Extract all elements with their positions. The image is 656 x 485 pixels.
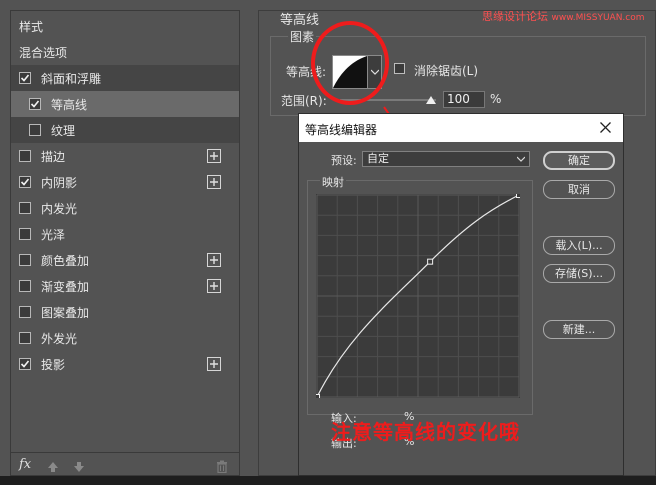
- sidebar-checkbox[interactable]: [19, 228, 31, 240]
- sidebar-item-label: 内阴影: [41, 175, 78, 190]
- check-icon: [30, 100, 40, 108]
- range-unit: %: [490, 92, 502, 106]
- bottom-edge: [0, 476, 656, 485]
- check-icon: [20, 178, 30, 186]
- sidebar-item-label: 光泽: [41, 227, 66, 242]
- range-value-field[interactable]: 100: [443, 91, 485, 108]
- layer-style-window: 样式 混合选项 斜面和浮雕 等高线 纹理 描边 内阴影 内发光 光泽 颜色叠加 渐变叠加 图案叠加 外发…: [0, 0, 656, 485]
- sidebar-item[interactable]: 内发光: [11, 195, 239, 221]
- sidebar-item[interactable]: 斜面和浮雕: [11, 65, 239, 91]
- sidebar-item[interactable]: 渐变叠加: [11, 273, 239, 299]
- group-title: 图素: [288, 28, 317, 45]
- sidebar-checkbox[interactable]: [19, 202, 31, 214]
- sidebar-checkbox[interactable]: [19, 254, 31, 266]
- antialias-checkbox[interactable]: [394, 63, 405, 74]
- curve-grid[interactable]: [314, 192, 522, 400]
- sidebar-item[interactable]: 投影: [11, 351, 239, 377]
- sidebar-item[interactable]: 描边: [11, 143, 239, 169]
- styles-sidebar: 样式混合选项斜面和浮雕等高线纹理描边内阴影内发光光泽颜色叠加渐变叠加图案叠加外发…: [10, 10, 240, 476]
- antialias-label: 消除锯齿(L): [414, 64, 479, 78]
- move-down-icon[interactable]: [73, 458, 85, 477]
- curve-control-point[interactable]: [314, 394, 320, 400]
- add-effect-icon[interactable]: [207, 279, 221, 293]
- sidebar-item[interactable]: 颜色叠加: [11, 247, 239, 273]
- ok-button[interactable]: 确定: [543, 151, 615, 170]
- check-icon: [20, 360, 30, 368]
- sidebar-item-label: 图案叠加: [41, 305, 90, 320]
- preset-select[interactable]: 自定: [362, 151, 530, 167]
- curve-control-point[interactable]: [516, 192, 522, 198]
- sidebar-item-label: 纹理: [51, 123, 76, 138]
- close-icon[interactable]: [600, 122, 611, 136]
- range-label: 范围(R):: [281, 94, 327, 108]
- mapping-label: 映射: [320, 174, 346, 190]
- sidebar-item-label: 投影: [41, 357, 66, 372]
- sidebar-item[interactable]: 外发光: [11, 325, 239, 351]
- sidebar-checkbox[interactable]: [19, 280, 31, 292]
- dialog-title: 等高线编辑器: [305, 123, 378, 137]
- sidebar-item[interactable]: 样式: [11, 13, 239, 39]
- sidebar-item-label: 外发光: [41, 331, 78, 346]
- chevron-down-icon: [517, 156, 525, 162]
- sidebar-item-label: 渐变叠加: [41, 279, 90, 294]
- dialog-titlebar: 等高线编辑器: [299, 114, 623, 142]
- sidebar-checkbox[interactable]: [19, 358, 31, 370]
- sidebar-item-label: 混合选项: [19, 45, 68, 60]
- save-button[interactable]: 存储(S)...: [543, 264, 615, 283]
- sidebar-checkbox[interactable]: [19, 72, 31, 84]
- watermark-url: www.MISSYUAN.com: [551, 13, 645, 23]
- trash-icon[interactable]: [216, 458, 228, 477]
- annotation-text: 注意等高线的变化哦: [331, 420, 520, 444]
- sidebar-item-label: 等高线: [51, 97, 88, 112]
- range-slider-thumb[interactable]: [426, 96, 437, 104]
- fx-button[interactable]: fx: [19, 457, 31, 472]
- sidebar-checkbox[interactable]: [19, 306, 31, 318]
- sidebar-item[interactable]: 光泽: [11, 221, 239, 247]
- sidebar-item-label: 斜面和浮雕: [41, 71, 102, 86]
- add-effect-icon[interactable]: [207, 357, 221, 371]
- preset-label: 预设:: [331, 154, 357, 167]
- watermark-cn: 思缘设计论坛: [482, 10, 548, 23]
- sidebar-item-label: 描边: [41, 149, 66, 164]
- contour-curve-graph[interactable]: [314, 192, 522, 400]
- cancel-button[interactable]: 取消: [543, 180, 615, 199]
- check-icon: [20, 74, 30, 82]
- sidebar-checkbox[interactable]: [19, 332, 31, 344]
- sidebar-checkbox[interactable]: [29, 124, 41, 136]
- sidebar-checkbox[interactable]: [29, 98, 41, 110]
- sidebar-item[interactable]: 纹理: [11, 117, 239, 143]
- sidebar-checkbox[interactable]: [19, 176, 31, 188]
- sidebar-toolbar: fx: [11, 452, 239, 476]
- panel-heading: 等高线: [280, 13, 320, 28]
- sidebar-checkbox[interactable]: [19, 150, 31, 162]
- watermark: 思缘设计论坛 www.MISSYUAN.com: [482, 8, 645, 24]
- move-up-icon[interactable]: [47, 458, 59, 477]
- sidebar-item[interactable]: 等高线: [11, 91, 239, 117]
- new-button[interactable]: 新建...: [543, 320, 615, 339]
- annotation-circle: [311, 21, 389, 105]
- preset-value: 自定: [367, 152, 389, 165]
- sidebar-item-label: 颜色叠加: [41, 253, 90, 268]
- sidebar-item[interactable]: 内阴影: [11, 169, 239, 195]
- sidebar-item[interactable]: 混合选项: [11, 39, 239, 65]
- curve-control-point[interactable]: [427, 258, 434, 265]
- sidebar-item-label: 样式: [19, 19, 44, 34]
- sidebar-item-label: 内发光: [41, 201, 78, 216]
- add-effect-icon[interactable]: [207, 175, 221, 189]
- add-effect-icon[interactable]: [207, 253, 221, 267]
- add-effect-icon[interactable]: [207, 149, 221, 163]
- sidebar-item[interactable]: 图案叠加: [11, 299, 239, 325]
- load-button[interactable]: 载入(L)...: [543, 236, 615, 255]
